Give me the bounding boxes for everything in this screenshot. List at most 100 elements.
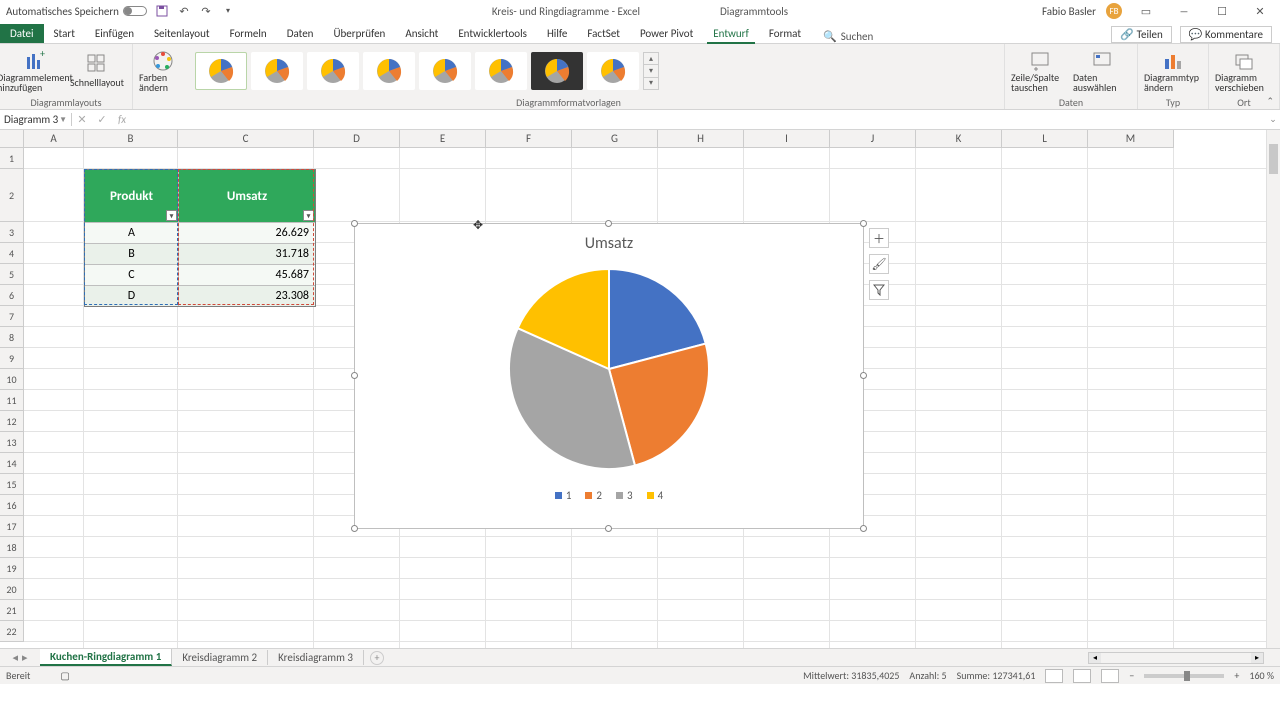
style-gallery-scroll[interactable]: ▴▾▾ [643, 52, 659, 90]
save-icon[interactable] [155, 4, 169, 18]
chart-style-thumb[interactable] [307, 52, 359, 90]
row-header[interactable]: 9 [0, 348, 24, 369]
row-header[interactable]: 19 [0, 558, 24, 579]
resize-handle[interactable] [351, 525, 358, 532]
chart-title[interactable]: Umsatz [355, 234, 863, 253]
table-row[interactable]: B31.718 [85, 243, 315, 264]
add-sheet-button[interactable]: + [370, 651, 384, 665]
filter-icon[interactable]: ▾ [303, 210, 314, 221]
tab-file[interactable]: Datei [0, 24, 44, 43]
formula-input[interactable] [132, 110, 1266, 129]
col-header[interactable]: C [178, 130, 314, 148]
move-chart-button[interactable]: Diagramm verschieben [1215, 47, 1273, 95]
macro-record-icon[interactable]: ▢ [60, 669, 69, 682]
tab-daten[interactable]: Daten [277, 24, 324, 43]
horizontal-scrollbar[interactable]: ◂▸ [1088, 652, 1264, 664]
legend-item[interactable]: 1 [555, 489, 572, 502]
resize-handle[interactable] [860, 372, 867, 379]
row-header[interactable]: 11 [0, 390, 24, 411]
col-header[interactable]: J [830, 130, 916, 148]
row-header[interactable]: 14 [0, 453, 24, 474]
expand-formula-bar-icon[interactable]: ⌄ [1266, 114, 1280, 125]
redo-icon[interactable]: ↷ [199, 4, 213, 18]
chart-style-thumb[interactable] [419, 52, 471, 90]
zoom-in-icon[interactable]: + [1234, 669, 1239, 682]
view-page-layout-icon[interactable] [1073, 669, 1091, 683]
tab-hilfe[interactable]: Hilfe [537, 24, 577, 43]
chart-elements-button[interactable]: ＋ [869, 228, 889, 248]
switch-row-column-button[interactable]: Zeile/Spalte tauschen [1011, 47, 1069, 95]
sheet-tab[interactable]: Kreisdiagramm 2 [172, 650, 268, 665]
row-header[interactable]: 1 [0, 148, 24, 169]
name-box[interactable]: Diagramm 3 ▼ [0, 113, 72, 126]
row-header[interactable]: 3 [0, 222, 24, 243]
row-header[interactable]: 7 [0, 306, 24, 327]
user-name[interactable]: Fabio Basler [1042, 5, 1096, 18]
select-all-corner[interactable] [0, 130, 24, 148]
cell-umsatz[interactable]: 31.718 [179, 243, 315, 264]
row-header[interactable]: 6 [0, 285, 24, 306]
chart-legend[interactable]: 1234 [355, 489, 863, 502]
chart-style-thumb[interactable] [251, 52, 303, 90]
accept-formula-icon[interactable]: ✓ [92, 113, 112, 126]
tab-factset[interactable]: FactSet [577, 24, 630, 43]
row-header[interactable]: 20 [0, 579, 24, 600]
fx-icon[interactable]: fx [112, 113, 132, 126]
chart-style-thumb[interactable] [531, 52, 583, 90]
resize-handle[interactable] [351, 372, 358, 379]
view-page-break-icon[interactable] [1101, 669, 1119, 683]
table-row[interactable]: C45.687 [85, 264, 315, 285]
tab-ansicht[interactable]: Ansicht [395, 24, 448, 43]
chart-style-thumb[interactable] [195, 52, 247, 90]
row-header[interactable]: 5 [0, 264, 24, 285]
row-header[interactable]: 15 [0, 474, 24, 495]
row-header[interactable]: 8 [0, 327, 24, 348]
chart-styles-button[interactable]: 🖌 [869, 254, 889, 274]
search-box[interactable]: 🔍 Suchen [823, 30, 873, 43]
tab-seitenlayout[interactable]: Seitenlayout [144, 24, 220, 43]
header-produkt[interactable]: Produkt ▾ [85, 170, 179, 222]
resize-handle[interactable] [860, 525, 867, 532]
ribbon-mode-icon[interactable]: ▭ [1132, 1, 1160, 21]
maximize-icon[interactable]: ☐ [1208, 1, 1236, 21]
row-header[interactable]: 21 [0, 600, 24, 621]
vertical-scrollbar[interactable] [1266, 130, 1280, 648]
zoom-out-icon[interactable]: − [1129, 669, 1134, 682]
sheet-tab-active[interactable]: Kuchen-Ringdiagramm 1 [40, 649, 172, 666]
row-header[interactable]: 13 [0, 432, 24, 453]
toggle-switch-icon[interactable] [123, 6, 147, 16]
col-header[interactable]: M [1088, 130, 1174, 148]
cell-produkt[interactable]: D [85, 285, 179, 306]
col-header[interactable]: A [24, 130, 84, 148]
select-data-button[interactable]: Daten auswählen [1073, 47, 1131, 95]
table-row[interactable]: D23.308 [85, 285, 315, 306]
tab-start[interactable]: Start [44, 24, 85, 43]
col-header[interactable]: B [84, 130, 178, 148]
table-row[interactable]: A26.629 [85, 222, 315, 243]
legend-item[interactable]: 2 [585, 489, 602, 502]
cell-umsatz[interactable]: 45.687 [179, 264, 315, 285]
resize-handle[interactable] [605, 525, 612, 532]
col-header[interactable]: E [400, 130, 486, 148]
tab-entwurf[interactable]: Entwurf [703, 24, 759, 43]
tab-formeln[interactable]: Formeln [220, 24, 277, 43]
row-header[interactable]: 4 [0, 243, 24, 264]
tab-powerpivot[interactable]: Power Pivot [630, 24, 703, 43]
resize-handle[interactable] [605, 220, 612, 227]
resize-handle[interactable] [351, 220, 358, 227]
autosave-toggle[interactable]: Automatisches Speichern [6, 5, 147, 18]
view-normal-icon[interactable] [1045, 669, 1063, 683]
zoom-level[interactable]: 160 % [1249, 669, 1274, 682]
avatar[interactable]: FB [1106, 3, 1122, 19]
col-header[interactable]: D [314, 130, 400, 148]
cell-umsatz[interactable]: 23.308 [179, 285, 315, 306]
row-header[interactable]: 16 [0, 495, 24, 516]
sheet-nav[interactable]: ◂▸ [0, 651, 40, 664]
row-header[interactable]: 18 [0, 537, 24, 558]
chart-object[interactable]: Umsatz 1234 ＋ 🖌 ✥ [354, 223, 864, 529]
pie-chart[interactable] [499, 259, 719, 479]
col-header[interactable]: L [1002, 130, 1088, 148]
zoom-slider[interactable] [1144, 674, 1224, 678]
undo-icon[interactable]: ↶ [177, 4, 191, 18]
chart-style-thumb[interactable] [475, 52, 527, 90]
